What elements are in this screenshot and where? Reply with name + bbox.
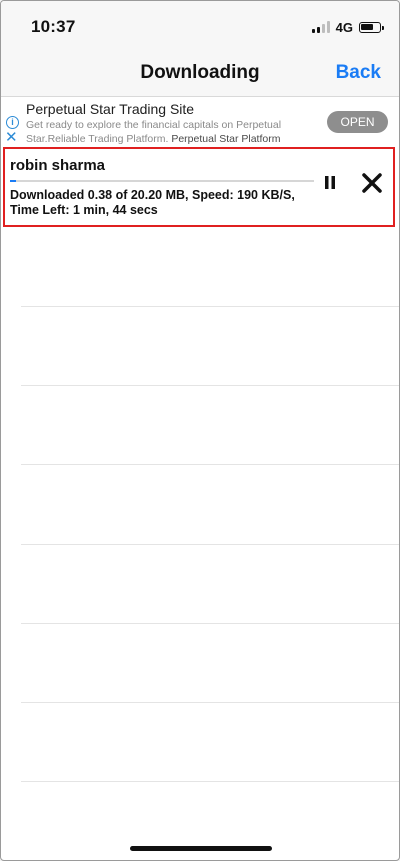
ad-brand: Perpetual Star Platform: [171, 133, 281, 145]
cancel-button[interactable]: [359, 170, 385, 196]
signal-bar: [326, 21, 330, 33]
cancel-icon: [362, 173, 382, 193]
signal-bar: [311, 29, 315, 33]
status-indicators: 4G: [311, 18, 384, 36]
battery-fill: [361, 23, 373, 30]
back-button[interactable]: Back: [336, 62, 381, 84]
network-type: 4G: [335, 19, 353, 35]
home-indicator[interactable]: [130, 846, 272, 851]
list-separator: [21, 385, 399, 386]
ad-banner[interactable]: i ✕ Perpetual Star Trading Site Get read…: [1, 97, 399, 147]
battery-icon: [359, 21, 384, 33]
ad-description: Get ready to explore the financial capit…: [26, 118, 301, 146]
signal-icon: [311, 21, 330, 33]
download-progress-fill: [10, 180, 16, 182]
pause-button[interactable]: [319, 172, 341, 194]
signal-bar: [321, 24, 325, 33]
info-icon[interactable]: i: [6, 116, 19, 129]
list-separator: [21, 702, 399, 703]
download-status: Downloaded 0.38 of 20.20 MB, Speed: 190 …: [10, 188, 310, 218]
ad-title: Perpetual Star Trading Site: [26, 101, 195, 117]
list-separator: [21, 464, 399, 465]
list-separator: [21, 781, 399, 782]
app-screen: 10:37 4G Downloading Back i ✕ Perpetual …: [0, 0, 400, 861]
download-item[interactable]: robin sharma Downloaded 0.38 of 20.20 MB…: [3, 147, 395, 227]
signal-bar: [316, 27, 320, 33]
top-bar: 10:37 4G Downloading Back: [1, 1, 399, 97]
list-separator: [21, 544, 399, 545]
list-separator: [21, 306, 399, 307]
download-status-line2: Time Left: 1 min, 44 secs: [10, 203, 158, 217]
download-progress-bar: [10, 180, 314, 182]
download-name: robin sharma: [10, 157, 106, 174]
close-icon[interactable]: ✕: [5, 130, 18, 145]
list-separator: [21, 623, 399, 624]
pause-icon: [325, 176, 335, 189]
ad-open-button[interactable]: OPEN: [327, 111, 388, 133]
status-time: 10:37: [31, 17, 76, 36]
download-status-line1: Downloaded 0.38 of 20.20 MB, Speed: 190 …: [10, 188, 295, 202]
